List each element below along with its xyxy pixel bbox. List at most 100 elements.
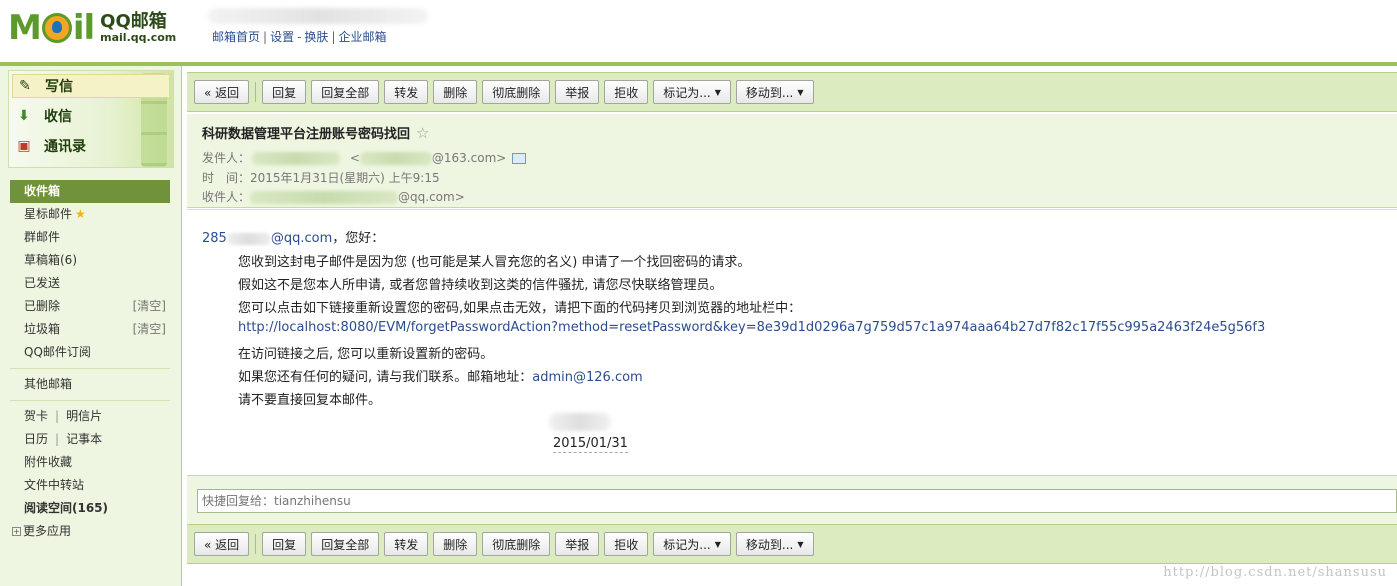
blurred-recipient — [250, 191, 399, 204]
mail-body: 285 @qq.com，您好： 您收到这封电子邮件是因为您 (也可能是某人冒充您的… — [187, 209, 1397, 475]
app-file-transfer[interactable]: 文件中转站 — [10, 474, 170, 497]
chevron-down-icon: ▼ — [797, 87, 804, 97]
report-button[interactable]: 举报 — [555, 80, 600, 104]
folder-sent[interactable]: 已发送 — [10, 272, 170, 295]
blurred-sender-address — [359, 152, 432, 165]
greeting: 285 @qq.com，您好： — [202, 231, 385, 246]
header-divider — [0, 62, 1397, 66]
move-to-dropdown[interactable]: 移动到... ▼ — [735, 80, 814, 104]
app-attachments[interactable]: 附件收藏 — [10, 451, 170, 474]
sidebar: ✎ 写信 ⬇ 收信 ▣ 通讯录 收件箱 星标邮件 ★ 群邮件 草稿箱(6) 已发送… — [0, 66, 182, 586]
back-button[interactable]: « 返回 — [194, 532, 250, 556]
forward-button[interactable]: 转发 — [384, 80, 429, 104]
quick-reply-input[interactable] — [197, 489, 1397, 513]
contacts-button[interactable]: ▣ 通讯录 — [14, 134, 86, 158]
app-postcards[interactable]: 明信片 — [66, 409, 102, 423]
chevron-down-icon: ▼ — [797, 539, 804, 549]
move-to-dropdown[interactable]: 移动到... ▼ — [735, 532, 814, 556]
mail-time: 2015年1月31日(星期六) 上午9:15 — [250, 171, 440, 185]
apps-calendar-row: 日历 | 记事本 — [24, 432, 103, 446]
delete-button[interactable]: 删除 — [433, 532, 478, 556]
reset-password-link-row: http://localhost:8080/EVM/forgetPassword… — [238, 320, 1265, 335]
logo-url: mail.qq.com — [100, 30, 177, 44]
star-toggle-icon[interactable]: ☆ — [416, 124, 429, 142]
folder-inbox[interactable]: 收件箱 — [10, 180, 170, 203]
app-calendar[interactable]: 日历 — [24, 432, 48, 446]
blurred-account-name — [208, 8, 428, 24]
blog-watermark: http://blog.csdn.net/shansusu — [1163, 565, 1387, 580]
app-notes[interactable]: 记事本 — [66, 432, 102, 446]
folder-subscription[interactable]: QQ邮件订阅 — [10, 341, 170, 364]
delete-button[interactable]: 删除 — [433, 80, 478, 104]
star-icon: ★ — [75, 207, 86, 221]
sender-row: 发件人： < @163.com> — [202, 149, 527, 166]
report-button[interactable]: 举报 — [555, 532, 600, 556]
folder-spam[interactable]: 垃圾箱 [清空] — [10, 318, 170, 341]
reject-button[interactable]: 拒收 — [604, 80, 649, 104]
write-button[interactable]: ✎ 写信 — [12, 74, 170, 98]
expand-icon: + — [12, 527, 21, 536]
header: Mil QQ邮箱 mail.qq.com 邮箱首页 | 设置 - 换肤 | 企业邮箱 — [0, 0, 1397, 62]
recipient-email-link[interactable]: 285 @qq.com — [202, 231, 332, 246]
toolbar-separator — [255, 82, 257, 102]
folder-drafts[interactable]: 草稿箱(6) — [10, 249, 170, 272]
back-button[interactable]: « 返回 — [194, 80, 250, 104]
clear-deleted-link[interactable]: [清空] — [133, 295, 166, 318]
recipient-row: 收件人： @qq.com> — [202, 190, 465, 204]
mail-view: « 返回 回复 回复全部 转发 删除 彻底删除 举报 拒收 标记为... ▼ 移动… — [187, 70, 1397, 586]
body-line-1: 您收到这封电子邮件是因为您 (也可能是某人冒充您的名义) 申请了一个找回密码的请… — [238, 255, 751, 270]
chevron-down-icon: ▼ — [714, 87, 721, 97]
folder-list: 收件箱 星标邮件 ★ 群邮件 草稿箱(6) 已发送 已删除 [清空] 垃圾箱 [清空]… — [10, 180, 170, 543]
receive-label: 收信 — [44, 109, 72, 125]
qq-mail-logo[interactable]: Mil QQ邮箱 mail.qq.com — [8, 6, 176, 50]
folder-starred[interactable]: 星标邮件 ★ — [10, 203, 170, 226]
mail-subject: 科研数据管理平台注册账号密码找回 ☆ — [202, 124, 430, 142]
download-icon: ⬇ — [18, 108, 30, 124]
more-apps[interactable]: + 更多应用 — [10, 520, 170, 543]
write-label: 写信 — [45, 79, 73, 95]
folder-deleted[interactable]: 已删除 [清空] — [10, 295, 170, 318]
nav-enterprise-mail[interactable]: 企业邮箱 — [338, 30, 386, 44]
contacts-label: 通讯录 — [44, 139, 86, 155]
body-line-3: 您可以点击如下链接重新设置您的密码,如果点击无效，请把下面的代码拷贝到浏览器的地… — [238, 301, 802, 316]
reset-password-link[interactable]: http://localhost:8080/EVM/forgetPassword… — [238, 320, 1265, 335]
quick-reply-area — [187, 475, 1397, 524]
mail-header: 科研数据管理平台注册账号密码找回 ☆ 发件人： < @163.com> 时 间：20… — [187, 114, 1397, 208]
contact-email-link[interactable]: admin@126.com — [532, 370, 642, 385]
contact-card-icon[interactable] — [512, 153, 527, 164]
reply-all-button[interactable]: 回复全部 — [311, 532, 380, 556]
body-line-7: 请不要直接回复本邮件。 — [238, 393, 382, 408]
top-toolbar: « 返回 回复 回复全部 转发 删除 彻底删除 举报 拒收 标记为... ▼ 移动… — [187, 72, 1397, 112]
delete-forever-button[interactable]: 彻底删除 — [482, 80, 551, 104]
mark-as-dropdown[interactable]: 标记为... ▼ — [653, 80, 731, 104]
sender-domain: @163.com> — [431, 151, 507, 165]
clear-spam-link[interactable]: [清空] — [133, 318, 166, 341]
blurred-email-part — [226, 232, 271, 245]
nav-mail-home[interactable]: 邮箱首页 — [212, 30, 260, 44]
recipient-domain: @qq.com> — [398, 190, 465, 204]
folder-other-mailboxes[interactable]: 其他邮箱 — [10, 373, 170, 396]
delete-forever-button[interactable]: 彻底删除 — [482, 532, 551, 556]
blurred-sender-name — [252, 152, 341, 165]
reply-button[interactable]: 回复 — [262, 532, 307, 556]
top-nav: 邮箱首页 | 设置 - 换肤 | 企业邮箱 — [212, 30, 387, 44]
chevron-down-icon: ▼ — [714, 539, 721, 549]
nav-settings[interactable]: 设置 — [270, 30, 294, 44]
contacts-card-icon: ▣ — [17, 138, 31, 154]
mark-as-dropdown[interactable]: 标记为... ▼ — [653, 532, 731, 556]
reply-all-button[interactable]: 回复全部 — [311, 80, 380, 104]
app-greeting-cards[interactable]: 贺卡 — [24, 409, 48, 423]
body-line-2: 假如这不是您本人所申请, 或者您曾持续收到这类的信件骚扰, 请您尽快联络管理员。 — [238, 278, 723, 293]
receive-button[interactable]: ⬇ 收信 — [14, 104, 72, 128]
nav-skin[interactable]: 换肤 — [304, 30, 328, 44]
app-reading-space[interactable]: 阅读空间(165) — [10, 497, 170, 520]
reject-button[interactable]: 拒收 — [604, 532, 649, 556]
body-line-5: 在访问链接之后, 您可以重新设置新的密码。 — [238, 347, 494, 362]
forward-button[interactable]: 转发 — [384, 532, 429, 556]
logo-mark: Mil — [8, 8, 95, 48]
bottom-toolbar: « 返回 回复 回复全部 转发 删除 彻底删除 举报 拒收 标记为... ▼ 移动… — [187, 524, 1397, 564]
signature-date: 2015/01/31 — [553, 436, 628, 453]
folder-divider — [10, 368, 170, 369]
reply-button[interactable]: 回复 — [262, 80, 307, 104]
folder-group[interactable]: 群邮件 — [10, 226, 170, 249]
